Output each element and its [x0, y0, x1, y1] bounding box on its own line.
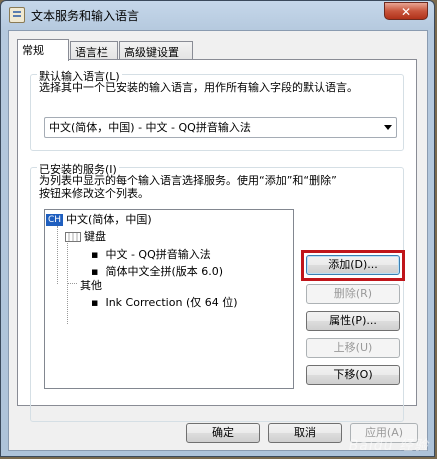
- tree-item-keyboard[interactable]: 键盘: [65, 228, 106, 244]
- tree-item-label: 中文(简体，中国): [66, 213, 152, 226]
- add-button[interactable]: 添加(D)...: [306, 255, 400, 275]
- ok-button[interactable]: 确定: [186, 423, 260, 443]
- bullet-icon: ▪: [91, 296, 106, 309]
- keyboard-icon: [65, 232, 81, 242]
- installed-services-description-line1: 为列表中显示的每个输入语言选择服务。使用“添加”和“删除”: [39, 174, 337, 187]
- tree-item-label: 简体中文全拼(版本 6.0): [105, 265, 224, 278]
- window-title: 文本服务和输入语言: [31, 9, 140, 23]
- tab-advanced-key-settings[interactable]: 高级键设置: [119, 41, 193, 60]
- tree-item-quanpin[interactable]: ▪ 简体中文全拼(版本 6.0): [91, 263, 223, 279]
- title-bar[interactable]: 文本服务和输入语言 ✕: [1, 1, 434, 29]
- tab-language-bar[interactable]: 语言栏: [70, 41, 118, 60]
- tree-item-ink-correction[interactable]: ▪ Ink Correction (仅 64 位): [91, 294, 238, 310]
- installed-services-group: 已安装的服务(I) 为列表中显示的每个输入语言选择服务。使用“添加”和“删除” …: [30, 161, 405, 422]
- app-icon: [9, 7, 25, 23]
- tree-connector: [57, 226, 58, 284]
- default-language-selected: 中文(简体，中国) - 中文 - QQ拼音输入法: [49, 121, 251, 134]
- default-language-group: 默认输入语言(L) 选择其中一个已安装的输入语言，用作所有输入字段的默认语言。 …: [30, 68, 404, 151]
- cancel-button[interactable]: 取消: [268, 423, 342, 443]
- tab-general[interactable]: 常规: [17, 39, 69, 61]
- default-language-description: 选择其中一个已安装的输入语言，用作所有输入字段的默认语言。: [39, 81, 358, 94]
- tree-item-label: 键盘: [84, 230, 106, 243]
- tree-item-label: 其他: [80, 279, 102, 292]
- move-down-button[interactable]: 下移(O): [306, 365, 400, 385]
- installed-services-description-line2: 按钮来修改这个列表。: [39, 187, 149, 200]
- tab-page-general: 默认输入语言(L) 选择其中一个已安装的输入语言，用作所有输入字段的默认语言。 …: [17, 59, 417, 422]
- remove-button[interactable]: 删除(R): [306, 284, 400, 304]
- bullet-icon: ▪: [91, 248, 106, 261]
- tree-connector: [67, 283, 77, 284]
- default-language-select[interactable]: 中文(简体，中国) - 中文 - QQ拼音输入法: [44, 117, 397, 138]
- watermark-logo: Baidu 经验: [348, 438, 429, 454]
- tree-item-chinese-simplified[interactable]: CH 中文(简体，中国): [46, 211, 152, 227]
- language-badge: CH: [46, 214, 64, 226]
- properties-button[interactable]: 属性(P)...: [306, 311, 400, 331]
- tree-item-other[interactable]: 其他: [80, 277, 102, 293]
- tree-item-label: Ink Correction (仅 64 位): [105, 296, 238, 309]
- close-button[interactable]: ✕: [384, 2, 428, 20]
- chevron-down-icon[interactable]: [384, 125, 392, 130]
- tree-connector: [67, 236, 68, 324]
- move-up-button[interactable]: 上移(U): [306, 338, 400, 358]
- dialog-client: 常规 语言栏 高级键设置 默认输入语言(L) 选择其中一个已安装的输入语言，用作…: [8, 30, 428, 451]
- installed-services-tree[interactable]: CH 中文(简体，中国) 键盘 ▪ 中文 - QQ拼音输入法 ▪ 简体中文全拼(版…: [44, 209, 294, 389]
- dialog-window: 文本服务和输入语言 ✕ 常规 语言栏 高级键设置 默认输入语言(L) 选择其中一…: [0, 0, 435, 457]
- tree-item-qq-pinyin[interactable]: ▪ 中文 - QQ拼音输入法: [91, 246, 211, 262]
- tree-item-label: 中文 - QQ拼音输入法: [105, 248, 211, 261]
